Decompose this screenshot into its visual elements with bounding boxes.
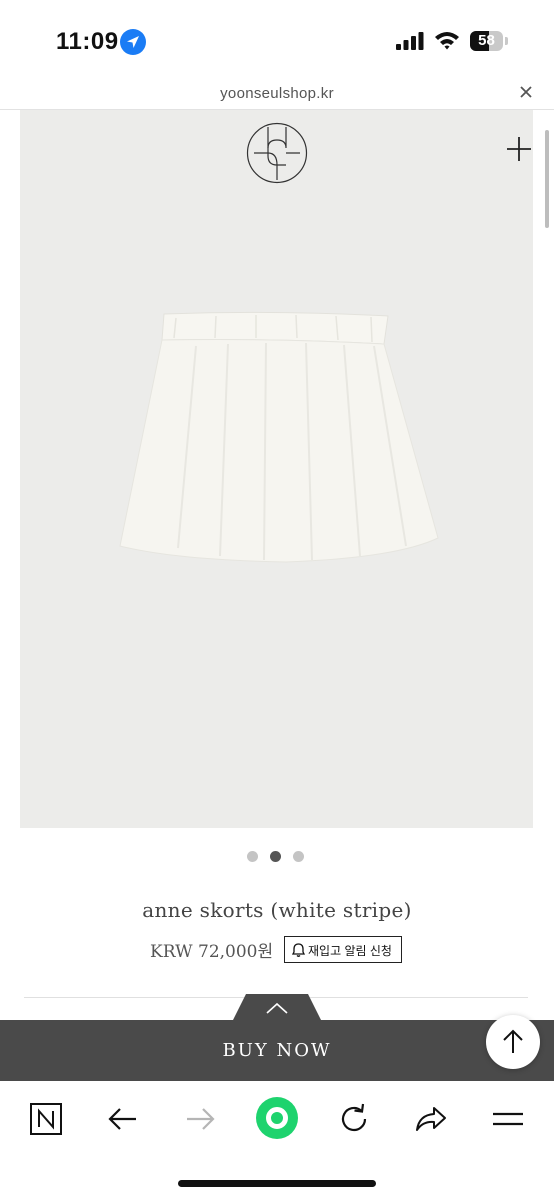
buy-now-label: BUY NOW bbox=[222, 1040, 332, 1061]
product-title: anne skorts (white stripe) bbox=[142, 898, 412, 922]
carousel-dot[interactable] bbox=[293, 851, 304, 862]
close-icon[interactable] bbox=[518, 84, 534, 100]
product-image[interactable] bbox=[20, 110, 533, 828]
bell-icon bbox=[292, 943, 305, 957]
home-indicator[interactable] bbox=[178, 1180, 376, 1187]
forward-arrow-icon[interactable] bbox=[180, 1099, 220, 1139]
share-icon[interactable] bbox=[411, 1099, 451, 1139]
signal-icon bbox=[396, 32, 424, 50]
url-bar[interactable]: yoonseulshop.kr bbox=[0, 78, 554, 110]
plus-icon[interactable] bbox=[504, 134, 533, 164]
restock-alert-label: 재입고 알림 신청 bbox=[308, 944, 392, 958]
carousel-dot-active[interactable] bbox=[270, 851, 281, 862]
green-home-icon[interactable] bbox=[255, 1096, 299, 1140]
buy-now-button[interactable]: BUY NOW bbox=[0, 1020, 554, 1081]
location-arrow-icon bbox=[120, 29, 146, 55]
battery-level: 58 bbox=[478, 32, 495, 49]
refresh-icon[interactable] bbox=[334, 1099, 374, 1139]
url-text[interactable]: yoonseulshop.kr bbox=[0, 85, 554, 102]
expand-buy-panel-tab[interactable] bbox=[232, 994, 322, 1022]
wifi-icon bbox=[435, 32, 459, 50]
arrow-up-icon bbox=[503, 1029, 523, 1053]
back-arrow-icon[interactable] bbox=[103, 1099, 143, 1139]
scroll-to-top-button[interactable] bbox=[486, 1015, 540, 1069]
battery-icon: 58 bbox=[470, 31, 508, 51]
product-price: KRW 72,000원 bbox=[150, 942, 274, 962]
skort-product-photo bbox=[119, 311, 439, 563]
carousel-dot[interactable] bbox=[247, 851, 258, 862]
carousel-dots[interactable] bbox=[247, 851, 307, 863]
restock-alert-button[interactable]: 재입고 알림 신청 bbox=[284, 936, 402, 963]
brand-logo-icon[interactable] bbox=[246, 122, 308, 184]
naver-n-icon[interactable] bbox=[26, 1099, 66, 1139]
scrollbar[interactable] bbox=[545, 130, 549, 228]
clock-time: 11:09 bbox=[56, 28, 119, 55]
status-bar: 11:09 58 bbox=[0, 0, 554, 78]
menu-icon[interactable] bbox=[488, 1099, 528, 1139]
